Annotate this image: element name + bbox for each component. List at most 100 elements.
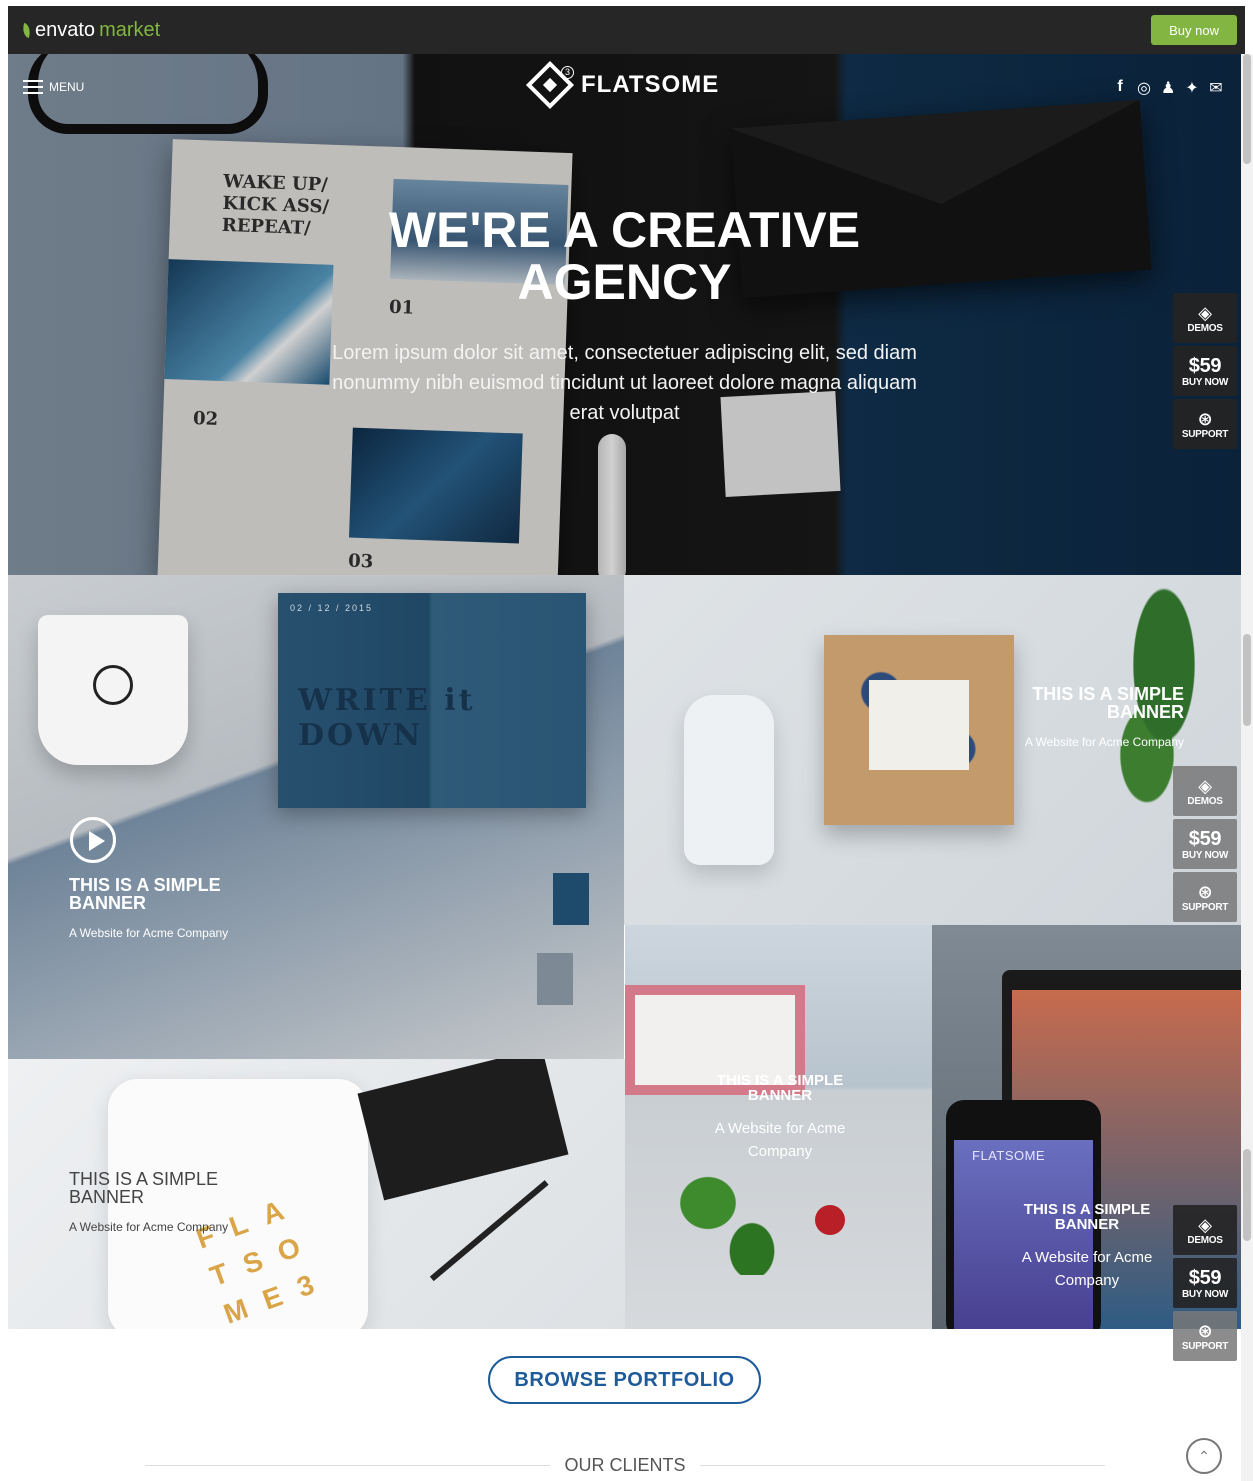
scrollbar[interactable]: [1241, 54, 1253, 1481]
twitter-icon[interactable]: ✦: [1185, 78, 1199, 98]
bottle-image: [684, 695, 774, 865]
buy-now-label: BUY NOW: [1181, 849, 1229, 861]
demos-button[interactable]: ◈ DEMOS: [1173, 766, 1237, 816]
scrollbar-thumb[interactable]: [1243, 1149, 1251, 1241]
notebook-date: 02 / 12 / 2015: [290, 603, 374, 613]
banner-tile[interactable]: 02 / 12 / 2015 WRITE it DOWN THIS IS A S…: [8, 575, 624, 1059]
snapchat-icon[interactable]: ♟: [1161, 78, 1175, 98]
scrollbar-thumb[interactable]: [1243, 634, 1251, 726]
clients-heading: OUR CLIENTS: [145, 1452, 1105, 1478]
brochure-photo: [349, 427, 523, 544]
banner-subtitle: A Website for Acme Company: [1024, 735, 1184, 749]
envato-logo[interactable]: envato market: [20, 18, 161, 42]
banner-title: THIS IS A SIMPLE BANNER: [1032, 684, 1184, 722]
banner-text: THIS IS A SIMPLE BANNER A Website for Ac…: [69, 1170, 259, 1234]
support-icon: ⊛: [1197, 408, 1213, 429]
brochure-number: 03: [347, 550, 374, 573]
envato-logo-main: envato: [35, 18, 96, 41]
banner-title: THIS IS A SIMPLE BANNER: [716, 1072, 844, 1104]
envelope-icon[interactable]: ✉: [1209, 78, 1223, 98]
support-button[interactable]: ⊛ SUPPORT: [1173, 399, 1237, 449]
banner-tile[interactable]: THIS IS A SIMPLE BANNER A Website for Ac…: [625, 925, 932, 1329]
hero-section: WAKE UP/ KICK ASS/ REPEAT/ 01 02 03 MENU…: [8, 54, 1241, 575]
swatch-image: [537, 953, 573, 1005]
site-logo[interactable]: 3 FLATSOME: [525, 60, 720, 110]
banner-text: THIS IS A SIMPLE BANNER A Website for Ac…: [1002, 1202, 1172, 1292]
hero-subtitle: Lorem ipsum dolor sit amet, consectetuer…: [332, 342, 917, 424]
floating-buttons: ◈ DEMOS $59 BUY NOW ⊛ SUPPORT: [1173, 766, 1237, 922]
support-button[interactable]: ⊛ SUPPORT: [1173, 1311, 1237, 1361]
menu-toggle[interactable]: MENU: [23, 80, 84, 94]
price-label: $59: [1188, 827, 1222, 850]
version-badge: 3: [561, 66, 574, 79]
banner-tile[interactable]: THIS IS A SIMPLE BANNER A Website for Ac…: [624, 575, 1241, 925]
banner-text: THIS IS A SIMPLE BANNER A Website for Ac…: [695, 1073, 865, 1163]
facebook-icon[interactable]: f: [1113, 78, 1127, 98]
instagram-icon[interactable]: ◎: [1137, 78, 1151, 98]
demos-label: DEMOS: [1187, 322, 1223, 334]
swatch-image: [553, 873, 589, 925]
support-button[interactable]: ⊛ SUPPORT: [1173, 872, 1237, 922]
play-icon[interactable]: [70, 817, 116, 863]
envato-bar: envato market Buy now: [8, 6, 1245, 54]
social-links: f ◎ ♟ ✦ ✉: [1113, 78, 1223, 98]
mug-image: [38, 615, 188, 765]
buy-now-side-button[interactable]: $59 BUY NOW: [1173, 1258, 1237, 1308]
divider: [145, 1464, 551, 1466]
menu-label: MENU: [49, 80, 85, 94]
banner-subtitle: A Website for Acme Company: [69, 1220, 229, 1234]
notebook-image: 02 / 12 / 2015 WRITE it DOWN: [278, 593, 586, 808]
banner-title: THIS IS A SIMPLE BANNER: [69, 1169, 219, 1207]
buy-now-side-button[interactable]: $59 BUY NOW: [1173, 819, 1237, 869]
scroll-to-top-button[interactable]: ⌃: [1186, 1438, 1222, 1474]
wax-seal-image: [815, 1205, 845, 1235]
divider: [699, 1464, 1105, 1466]
buy-now-side-button[interactable]: $59 BUY NOW: [1173, 346, 1237, 396]
hero-text: WE'RE A CREATIVE AGENCY Lorem ipsum dolo…: [8, 204, 1241, 428]
box-label: [869, 680, 969, 770]
leaf-icon: [20, 22, 33, 38]
browse-portfolio-button[interactable]: BROWSE PORTFOLIO: [488, 1356, 761, 1404]
support-label: SUPPORT: [1181, 901, 1229, 913]
banner-text: THIS IS A SIMPLE BANNER A Website for Ac…: [69, 876, 269, 940]
banner-title: THIS IS A SIMPLE BANNER: [1023, 1201, 1151, 1233]
demos-label: DEMOS: [1187, 795, 1223, 807]
scrollbar-thumb[interactable]: [1243, 54, 1251, 164]
buy-now-label: BUY NOW: [1181, 376, 1229, 388]
hero-title: WE'RE A CREATIVE AGENCY: [388, 202, 861, 310]
buy-now-label: BUY NOW: [1181, 1288, 1229, 1300]
site-header: MENU 3 FLATSOME f ◎ ♟ ✦ ✉: [8, 54, 1241, 118]
envato-logo-accent: market: [99, 18, 161, 41]
leaf-image: [675, 1155, 785, 1275]
price-label: $59: [1188, 1266, 1222, 1289]
flatsome-logo-icon: ◈: [1198, 1214, 1212, 1235]
floating-buttons: ◈ DEMOS $59 BUY NOW ⊛ SUPPORT: [1173, 1205, 1237, 1361]
notebook-text: WRITE it DOWN: [298, 683, 476, 753]
chevron-up-icon: ⌃: [1198, 1448, 1210, 1464]
banner-title: THIS IS A SIMPLE BANNER: [69, 875, 221, 913]
demos-label: DEMOS: [1187, 1234, 1223, 1246]
pen-image: [598, 434, 626, 575]
logo-icon: [93, 665, 133, 705]
buy-now-button[interactable]: Buy now: [1151, 15, 1237, 45]
support-label: SUPPORT: [1181, 1340, 1229, 1352]
demos-button[interactable]: ◈ DEMOS: [1173, 1205, 1237, 1255]
box-image: [824, 635, 1014, 825]
envelope-image: [357, 1059, 569, 1201]
price-label: $59: [1188, 354, 1222, 377]
banner-subtitle: A Website for Acme Company: [69, 926, 229, 940]
clients-label: OUR CLIENTS: [564, 1454, 686, 1475]
flatsome-logo-icon: ◈: [1198, 775, 1212, 796]
demos-button[interactable]: ◈ DEMOS: [1173, 293, 1237, 343]
banner-tile[interactable]: FLA TSO ME3 THIS IS A SIMPLE BANNER A Webs…: [8, 1059, 625, 1329]
banner-text: THIS IS A SIMPLE BANNER A Website for Ac…: [1014, 685, 1184, 749]
phone-brand: FLATSOME: [972, 1148, 1046, 1163]
floating-buttons: ◈ DEMOS $59 BUY NOW ⊛ SUPPORT: [1173, 293, 1237, 449]
support-label: SUPPORT: [1181, 428, 1229, 440]
hamburger-icon: [23, 80, 43, 94]
banner-subtitle: A Website for Acme Company: [714, 1120, 846, 1160]
scissors-image: [429, 1180, 597, 1329]
banner-subtitle: A Website for Acme Company: [1021, 1249, 1153, 1289]
brand-name: FLATSOME: [581, 71, 720, 98]
page: envato market Buy now WAKE UP/ KICK ASS/ …: [0, 0, 1253, 1481]
